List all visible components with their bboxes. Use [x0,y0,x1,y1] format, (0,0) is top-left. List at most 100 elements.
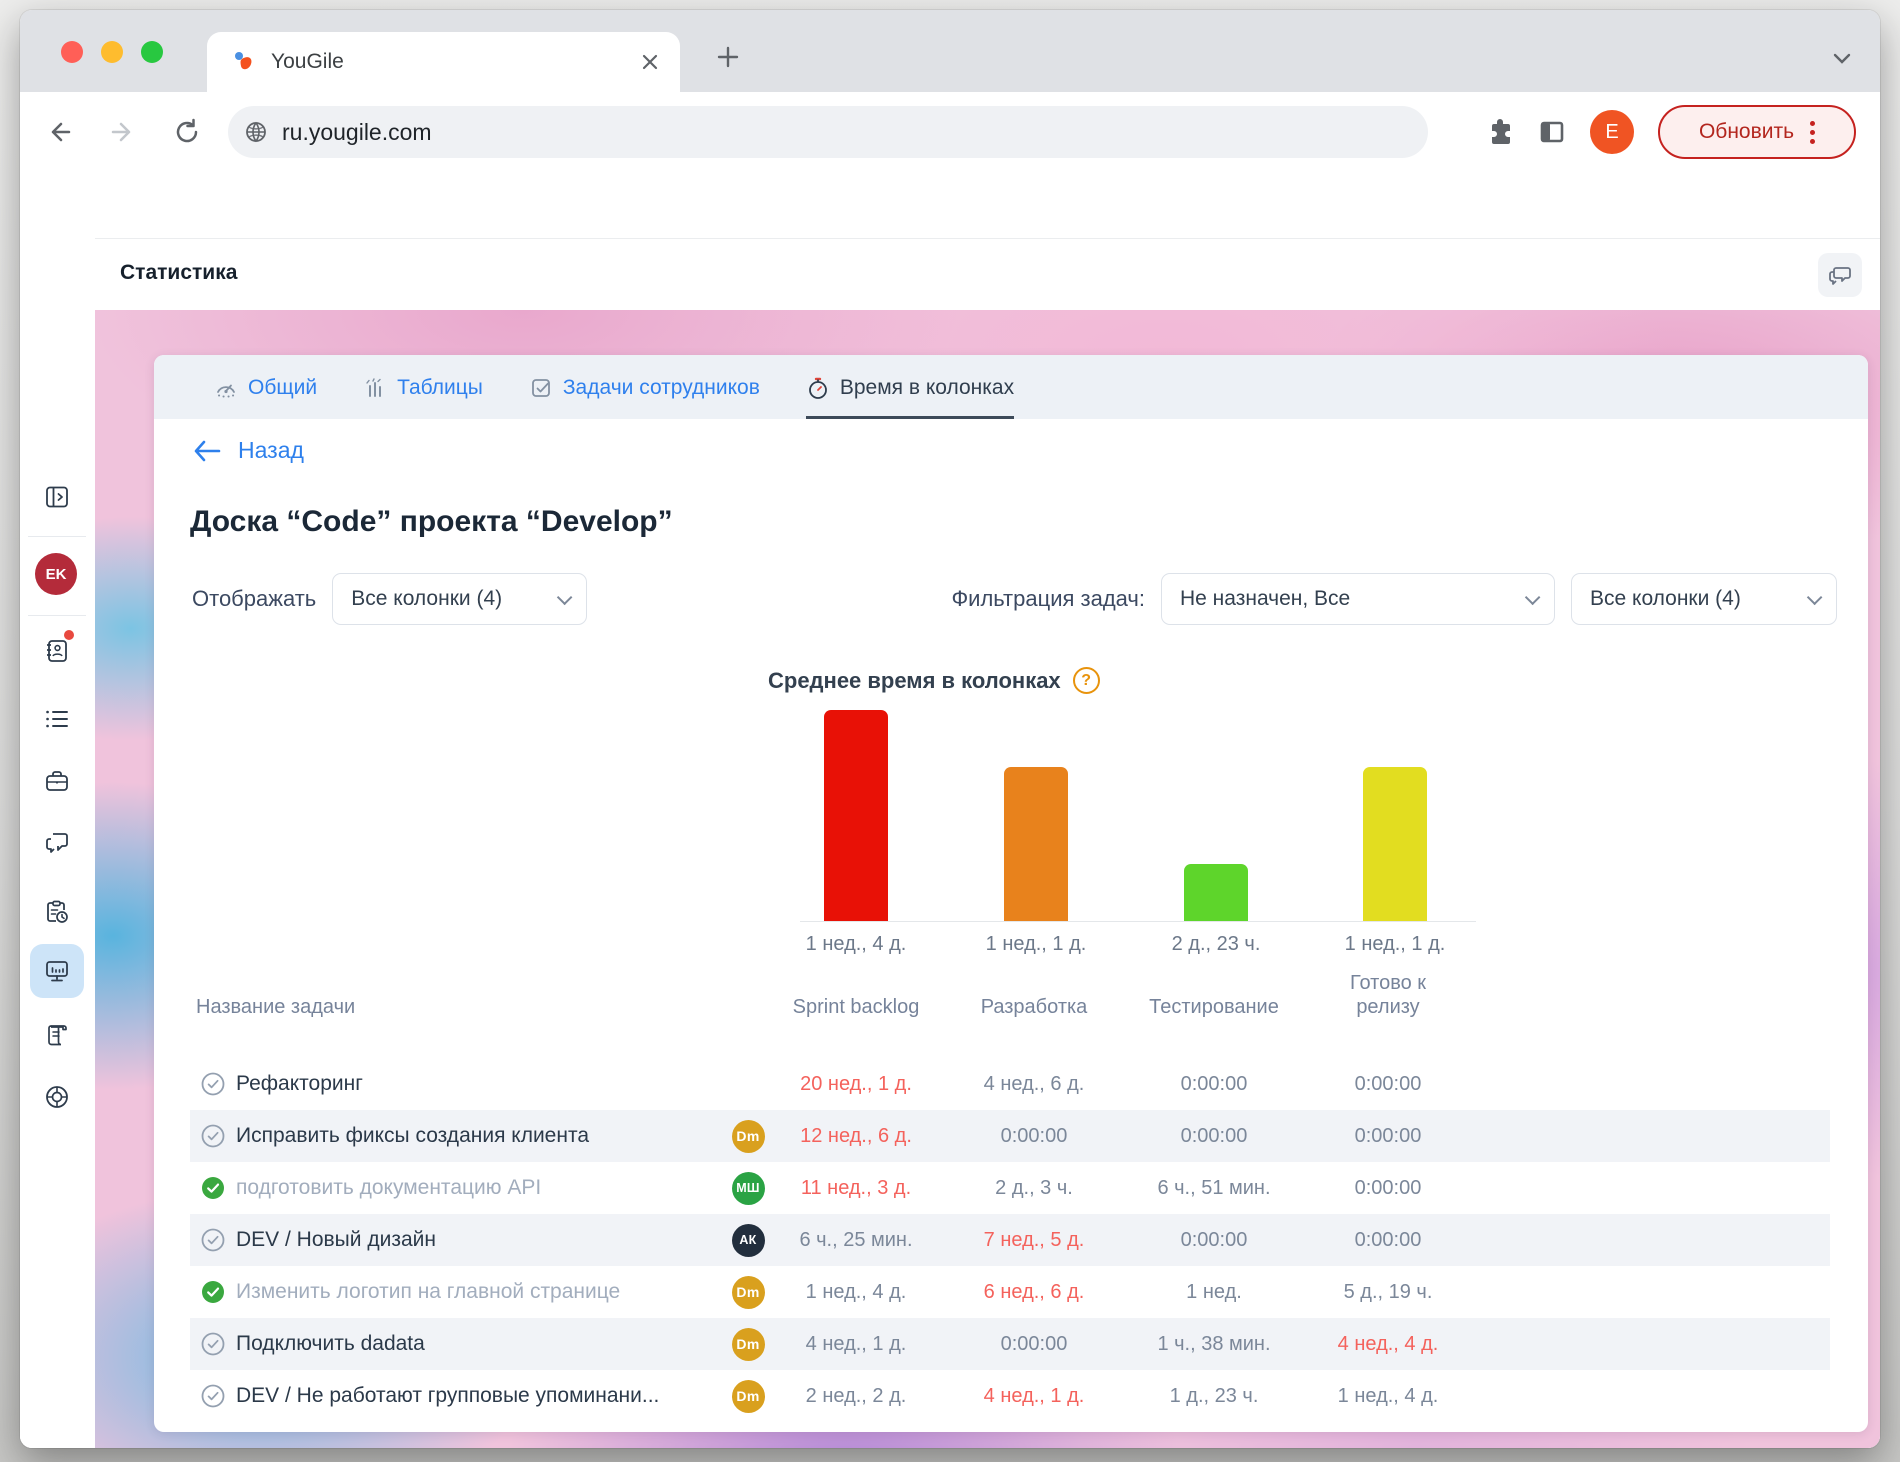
time-in-column-cell: 1 д., 23 ч. [1129,1385,1299,1408]
task-check-icon[interactable] [200,1227,226,1253]
filter-label: Фильтрация задач: [951,586,1145,612]
side-panel-icon[interactable] [1538,118,1566,146]
reload-icon[interactable] [172,117,202,147]
minimize-window-button[interactable] [101,41,123,63]
tab-label: Общий [248,376,317,400]
table-row[interactable]: DEV / Новый дизайнАК6 ч., 25 мин.7 нед.,… [190,1214,1830,1266]
chevron-down-icon [557,589,573,605]
forward-icon[interactable] [108,117,138,147]
time-in-column-cell: 0:00:00 [1129,1125,1299,1148]
table-header: Название задачи Sprint backlog Разработк… [190,971,1830,1019]
task-check-icon[interactable] [200,1383,226,1409]
browser-menu-kebab-icon[interactable] [1810,121,1815,144]
right-filters: Фильтрация задач: Не назначен, Все Все к… [951,573,1837,625]
table-row[interactable]: DEV / Не работают групповые упоминани...… [190,1370,1830,1422]
app-header: Статистика [20,238,1880,310]
browser-update-label: Обновить [1699,120,1794,144]
time-in-column-cell: 5 д., 19 ч. [1303,1281,1473,1304]
chart-bar-label: 1 нед., 4 д. [776,933,936,956]
columns-filter-select[interactable]: Все колонки (4) [1571,573,1837,625]
table-row[interactable]: Изменить логотип на главной страницеDm1 … [190,1266,1830,1318]
task-name[interactable]: Изменить логотип на главной странице [236,1280,726,1304]
display-columns-value: Все колонки (4) [351,587,502,611]
address-bar[interactable]: ru.yougile.com [228,106,1428,158]
back-link[interactable]: Назад [192,437,304,464]
contacts-notebook-icon[interactable] [43,637,71,665]
site-security-globe-icon[interactable] [244,120,268,144]
assignee-filter-value: Не назначен, Все [1180,587,1350,611]
time-in-column-cell: 12 нед., 6 д. [771,1125,941,1148]
table-row[interactable]: Исправить фиксы создания клиентаDm12 нед… [190,1110,1830,1162]
time-in-column-cell: 4 нед., 4 д. [1303,1333,1473,1356]
tab-label: Задачи сотрудников [563,376,760,400]
tab-employee-tasks[interactable]: Задачи сотрудников [529,355,760,419]
task-completed-icon[interactable] [200,1175,226,1201]
task-list-icon[interactable] [43,705,71,733]
tab-search-chevron-icon[interactable] [1830,46,1854,70]
back-icon[interactable] [44,117,74,147]
task-name[interactable]: DEV / Новый дизайн [236,1228,726,1252]
chart-bar-label: 1 нед., 1 д. [1315,933,1475,956]
chart-bar-label: 2 д., 23 ч. [1136,933,1296,956]
tab-label: Время в колонках [840,376,1014,400]
board-title: Доска “Code” проекта “Develop” [190,505,673,539]
extensions-puzzle-icon[interactable] [1486,118,1514,146]
tab-general[interactable]: Общий [214,355,317,419]
feedback-button[interactable] [1818,253,1862,297]
task-check-icon[interactable] [200,1123,226,1149]
display-label: Отображать [192,586,316,612]
task-check-icon[interactable] [200,1331,226,1357]
browser-tab-strip: YouGile [20,10,1880,92]
chevron-down-icon [1807,589,1823,605]
time-in-column-cell: 4 нед., 1 д. [771,1333,941,1356]
task-name[interactable]: DEV / Не работают групповые упоминани... [236,1384,726,1408]
time-in-column-cell: 6 нед., 6 д. [949,1281,1119,1304]
display-columns-select[interactable]: Все колонки (4) [332,573,587,625]
time-in-column-cell: 0:00:00 [1129,1073,1299,1096]
chats-icon[interactable] [43,828,71,856]
task-completed-icon[interactable] [200,1279,226,1305]
statistics-monitor-icon[interactable] [43,957,71,985]
task-name[interactable]: Рефакторинг [236,1072,726,1096]
close-tab-icon[interactable] [640,52,660,72]
column-header: Sprint backlog [771,995,941,1019]
chart-baseline [800,921,1476,922]
gauge-icon [214,376,238,400]
assignee-avatar: МШ [726,1172,770,1205]
time-in-column-cell: 4 нед., 6 д. [949,1073,1119,1096]
new-tab-button[interactable] [714,43,742,71]
chevron-down-icon [1525,589,1541,605]
table-row[interactable]: подготовить документацию APIМШ11 нед., 3… [190,1162,1830,1214]
projects-briefcase-icon[interactable] [43,767,71,795]
time-report-clipboard-icon[interactable] [43,898,71,926]
time-in-column-cell: 20 нед., 1 д. [771,1073,941,1096]
support-lifebuoy-icon[interactable] [43,1083,71,1111]
table-row[interactable]: Рефакторинг 20 нед., 1 д. 4 нед., 6 д. 0:00… [190,1058,1830,1110]
browser-profile-avatar[interactable]: E [1590,110,1634,154]
time-in-column-cell: 4 нед., 1 д. [949,1385,1119,1408]
assignee-filter-select[interactable]: Не назначен, Все [1161,573,1555,625]
help-question-icon[interactable]: ? [1073,667,1100,694]
url-text[interactable]: ru.yougile.com [282,119,432,146]
zoom-window-button[interactable] [141,41,163,63]
changelog-scroll-icon[interactable] [43,1022,71,1050]
task-name[interactable]: подготовить документацию API [236,1176,726,1200]
chart-bar-label: 1 нед., 1 д. [956,933,1116,956]
task-check-icon[interactable] [200,1071,226,1097]
task-name[interactable]: Исправить фиксы создания клиента [236,1124,726,1148]
tab-label: Таблицы [397,376,483,400]
time-in-column-cell: 1 нед., 4 д. [771,1281,941,1304]
filters-row: Отображать Все колонки (4) Фильтрация за… [192,573,1837,625]
user-avatar[interactable]: EK [35,553,77,595]
table-row[interactable]: Подключить dadataDm4 нед., 1 д.0:00:001 … [190,1318,1830,1370]
tab-time-in-columns[interactable]: Время в колонках [806,355,1014,419]
time-in-column-cell: 0:00:00 [1303,1125,1473,1148]
browser-tab[interactable]: YouGile [207,32,680,92]
time-in-column-cell: 1 нед., 4 д. [1303,1385,1473,1408]
tab-tables[interactable]: Таблицы [363,355,483,419]
collapse-sidebar-icon[interactable] [43,483,71,511]
time-in-column-cell: 0:00:00 [1129,1229,1299,1252]
browser-update-button[interactable]: Обновить [1658,105,1856,159]
close-window-button[interactable] [61,41,83,63]
task-name[interactable]: Подключить dadata [236,1332,726,1356]
